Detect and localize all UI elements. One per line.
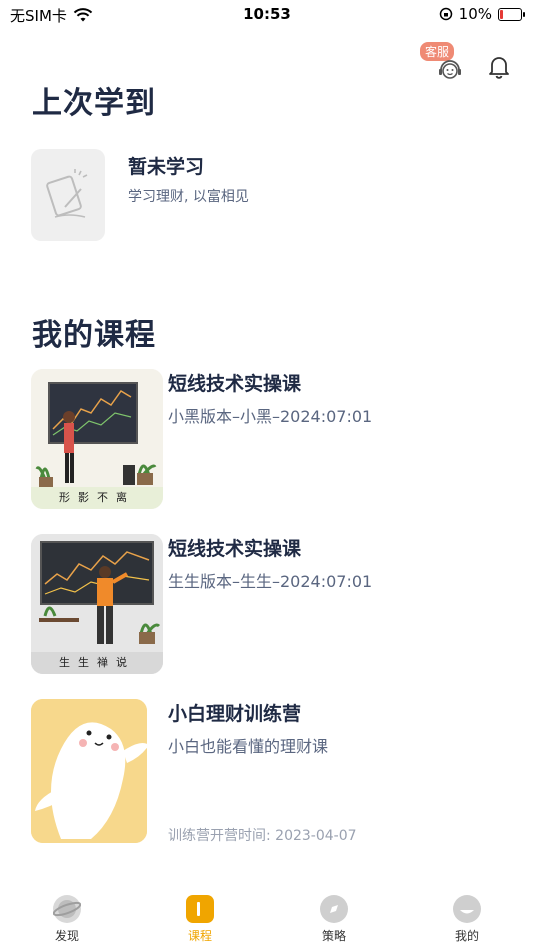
last-learned-course-subtitle: 学习理财, 以富相见 [128,189,249,205]
tab-courses[interactable]: 课程 [160,895,240,944]
customer-service-button[interactable]: 客服 [420,42,470,84]
course-thumbnail[interactable]: 形影不离 [31,369,163,509]
trading-illustration-2 [31,534,163,674]
course-item[interactable]: 小白理财训练营 小白也能看懂的理财课 训练营开营时间: 2023-04-07 [31,699,511,844]
course-thumbnail[interactable] [31,699,147,843]
course-subtitle: 生生版本–生生–2024:07:01 [168,572,373,591]
tab-label: 策略 [321,929,346,943]
course-item[interactable]: 生生禅说 短线技术实操课 生生版本–生生–2024:07:01 [31,534,511,674]
tab-strategy[interactable]: 策略 [294,895,374,944]
status-bar: 无SIM卡 10:53 10% [0,0,534,30]
trading-illustration-1 [31,369,163,509]
tab-label: 发现 [54,929,79,943]
headset-icon [439,60,461,79]
last-learned-thumb[interactable] [31,149,105,241]
course-caption: 形影不离 [59,491,135,504]
course-subtitle: 小黑版本–小黑–2024:07:01 [168,407,373,426]
seal-mascot-illustration [31,699,147,843]
tab-discover[interactable]: 发现 [27,895,107,944]
status-right: 10% [439,5,525,23]
planet-icon [53,895,81,923]
course-thumbnail[interactable]: 生生禅说 [31,534,163,674]
profile-icon [453,895,481,923]
tab-label: 课程 [187,929,212,943]
course-title[interactable]: 短线技术实操课 [168,534,301,561]
course-title[interactable]: 短线技术实操课 [168,369,301,396]
battery-icon [498,7,525,21]
tab-profile[interactable]: 我的 [427,895,507,944]
course-caption: 生生禅说 [59,656,135,669]
last-learned-course-title[interactable]: 暂未学习 [128,152,204,179]
tab-bar: 发现 课程 策略 我的 [0,885,534,950]
course-icon [186,895,214,923]
bell-icon[interactable] [486,54,512,80]
rotation-lock-icon [439,7,452,21]
tab-label: 我的 [454,929,479,943]
compass-icon [320,895,348,923]
course-subtitle: 小白也能看懂的理财课 [168,737,329,756]
course-item[interactable]: 形影不离 短线技术实操课 小黑版本–小黑–2024:07:01 [31,369,511,509]
my-courses-title: 我的课程 [32,318,156,353]
note-edit-icon [46,169,88,218]
battery-percent: 10% [458,5,492,23]
course-title[interactable]: 小白理财训练营 [168,699,301,726]
course-start-date: 训练营开营时间: 2023-04-07 [168,828,357,844]
last-learned-title: 上次学到 [32,86,156,121]
